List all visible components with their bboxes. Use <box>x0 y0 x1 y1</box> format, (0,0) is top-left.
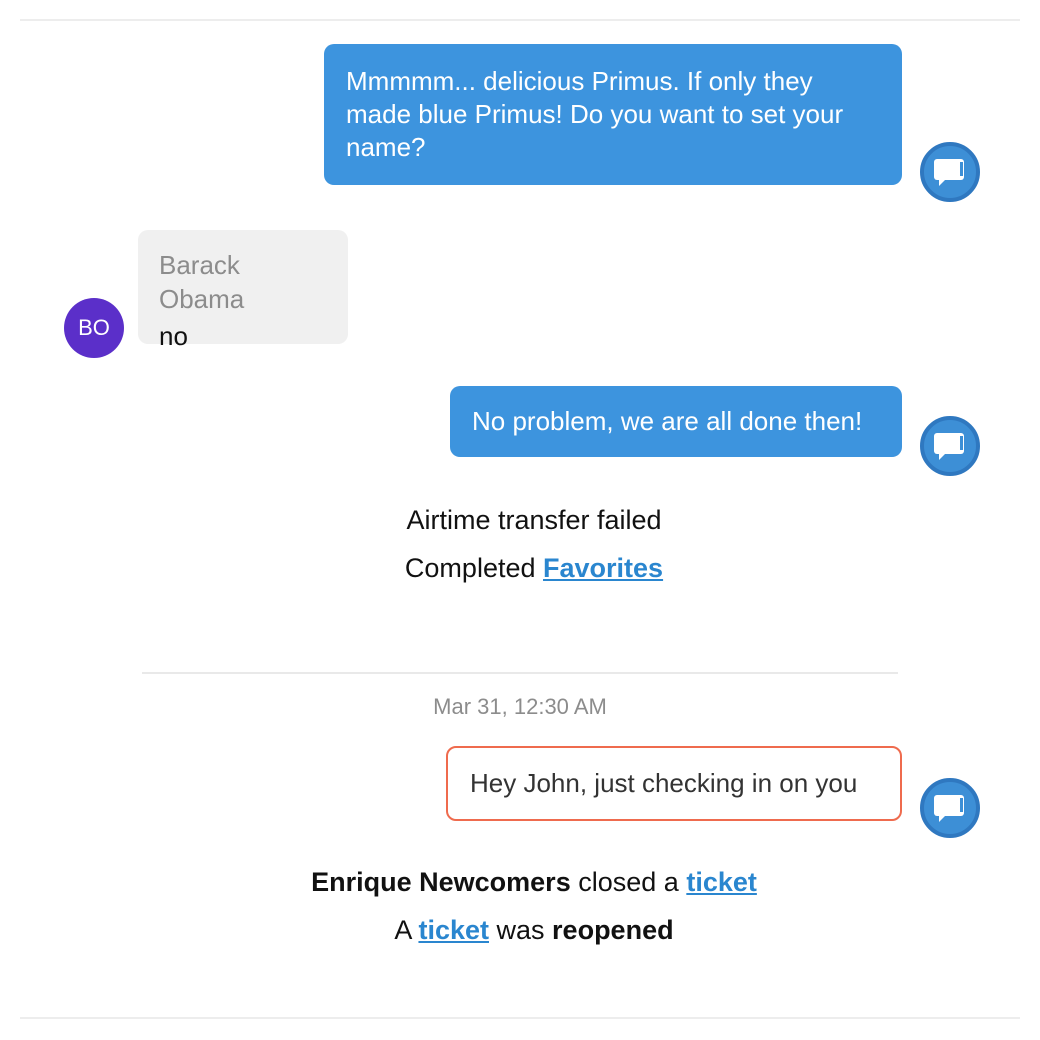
actor-name: Enrique Newcomers <box>311 867 571 897</box>
message-text: Hey John, just checking in on you <box>470 768 858 798</box>
message-text: no <box>159 321 188 351</box>
ticket-link[interactable]: ticket <box>686 867 757 897</box>
chat-bubble-icon <box>934 433 964 460</box>
event-ticket-closed: Enrique Newcomers closed a ticket <box>311 867 757 897</box>
highlighted-message: Hey John, just checking in on you <box>446 746 902 821</box>
bot-avatar <box>920 142 980 202</box>
incoming-message: Barack Obama no <box>138 230 348 351</box>
outgoing-message: Mmmmm... delicious Primus. If only they … <box>324 44 902 185</box>
avatar: BO <box>64 298 124 358</box>
ticket-link[interactable]: ticket <box>418 915 489 945</box>
chat-bubble-icon <box>934 795 964 822</box>
event-airtime-failed: Airtime transfer failed <box>406 505 662 535</box>
avatar-initials: BO <box>78 315 110 340</box>
timestamp: Mar 31, 12:30 AM <box>433 694 607 719</box>
favorites-link[interactable]: Favorites <box>543 553 663 583</box>
section-divider <box>142 672 898 674</box>
bot-avatar <box>920 778 980 838</box>
message-text: Mmmmm... delicious Primus. If only they … <box>346 66 844 162</box>
outgoing-message: No problem, we are all done then! <box>450 386 902 457</box>
message-text: No problem, we are all done then! <box>472 406 863 436</box>
top-divider <box>20 19 1020 21</box>
event-completed: Completed Favorites <box>404 553 664 583</box>
sender-name: Barack Obama <box>159 250 245 314</box>
bottom-divider <box>20 1017 1020 1019</box>
bot-avatar <box>920 416 980 476</box>
chat-bubble-icon <box>934 159 964 186</box>
event-ticket-reopened: A ticket was reopened <box>394 915 674 945</box>
